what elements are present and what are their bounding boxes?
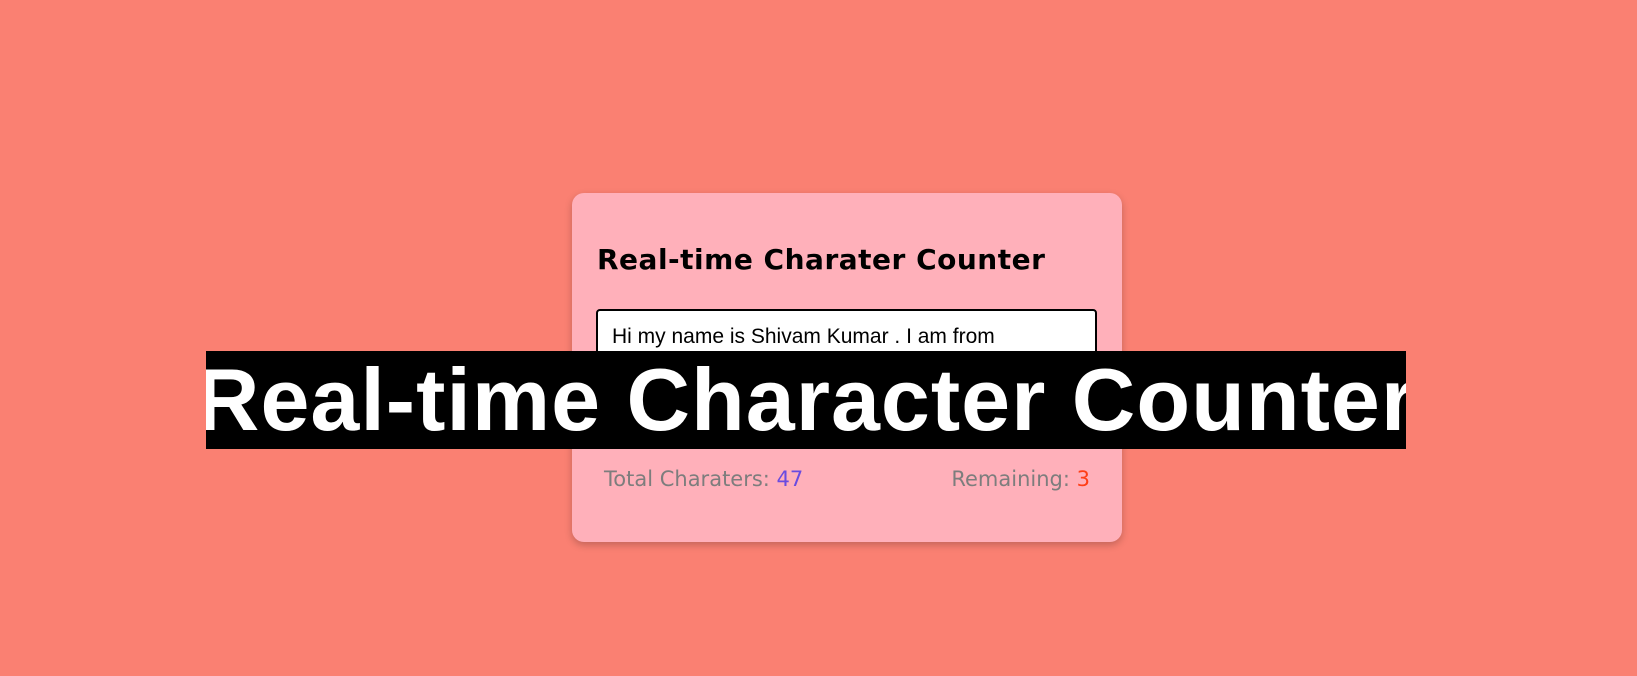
total-characters-label: Total Charaters: [604, 467, 777, 491]
remaining-label: Remaining: [951, 467, 1077, 491]
remaining-stat: Remaining: 3 [951, 467, 1090, 491]
total-characters-value: 47 [776, 467, 804, 491]
card-title: Real-time Charater Counter [597, 243, 1046, 276]
remaining-value: 3 [1076, 467, 1090, 491]
overlay-title-banner: Real-time Character Counter [206, 351, 1406, 449]
stats-row: Total Charaters: 47 Remaining: 3 [604, 467, 1090, 491]
total-characters-stat: Total Charaters: 47 [604, 467, 803, 491]
